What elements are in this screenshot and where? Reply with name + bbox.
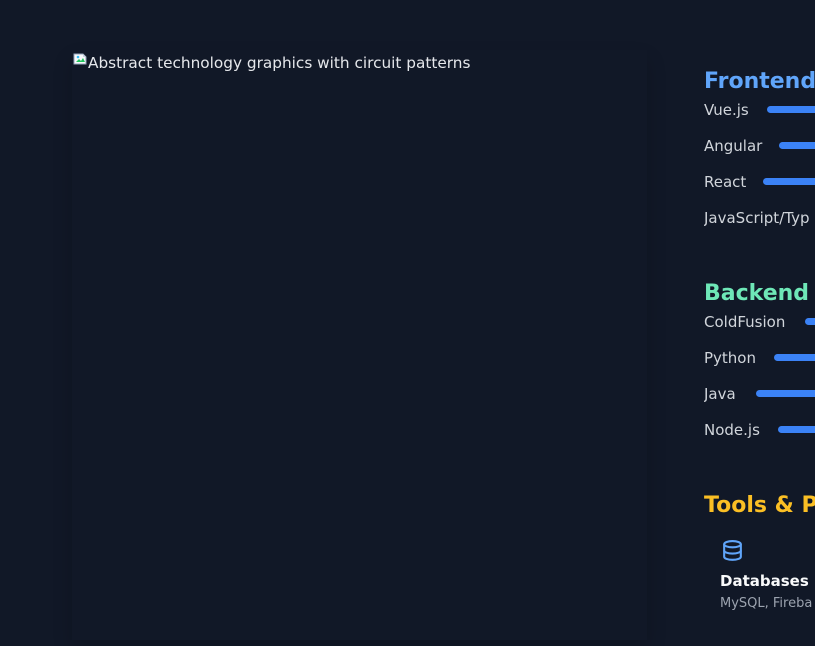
backend-section-title: Backend T (704, 281, 815, 307)
technology-image: Abstract technology graphics with circui… (72, 50, 647, 640)
skill-row-javascript-typescript: JavaScript/Typ (704, 206, 815, 230)
skill-bar-nodejs (778, 426, 815, 433)
databases-tool-card: Databases MySQL, Fireba (720, 536, 815, 616)
skill-row-coldfusion: ColdFusion (704, 310, 815, 334)
skill-row-angular: Angular (704, 134, 815, 158)
skill-label-javascript-typescript: JavaScript/Typ (704, 209, 810, 227)
skills-panel: Frontend Vue.js Angular React JavaScript… (704, 0, 815, 646)
skill-label-java: Java (704, 385, 736, 403)
skill-row-react: React (704, 170, 815, 194)
skill-bar-java (756, 390, 815, 397)
frontend-section-title: Frontend (704, 69, 815, 95)
databases-title: Databases (720, 572, 809, 590)
skill-label-angular: Angular (704, 137, 763, 155)
skills-page: Abstract technology graphics with circui… (0, 0, 815, 646)
tools-platforms-section-title: Tools & Pl (704, 493, 815, 519)
skill-bar-coldfusion (805, 318, 815, 325)
skill-bar-python (774, 354, 815, 361)
image-alt-text: Abstract technology graphics with circui… (88, 54, 471, 72)
skill-row-java: Java (704, 382, 815, 406)
skill-row-python: Python (704, 346, 815, 370)
skill-label-vue: Vue.js (704, 101, 749, 119)
skill-row-vue: Vue.js (704, 98, 815, 122)
databases-description: MySQL, Fireba (720, 596, 813, 611)
skill-row-nodejs: Node.js (704, 418, 815, 442)
skill-bar-react (763, 178, 815, 185)
skill-label-react: React (704, 173, 747, 191)
skill-label-nodejs: Node.js (704, 421, 760, 439)
database-icon (723, 540, 742, 561)
skill-label-python: Python (704, 349, 756, 367)
skill-bar-angular (779, 142, 815, 149)
skill-bar-vue (767, 106, 815, 113)
skill-label-coldfusion: ColdFusion (704, 313, 786, 331)
broken-image-icon (73, 53, 87, 65)
